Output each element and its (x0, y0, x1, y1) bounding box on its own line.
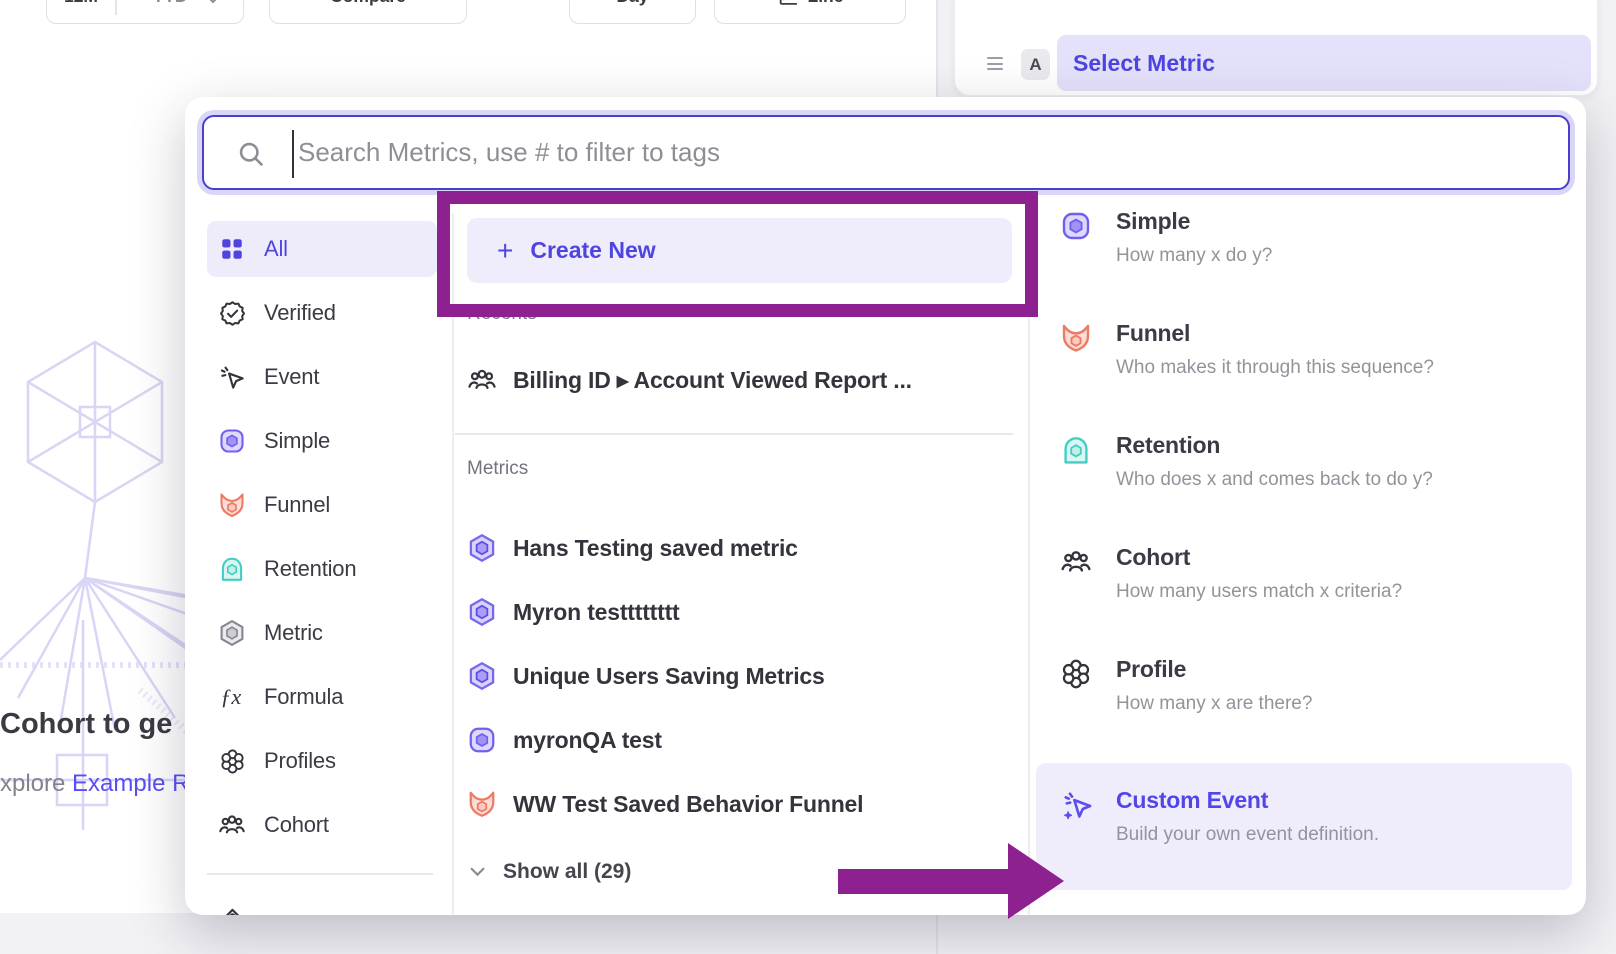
sidebar-item-cohort[interactable]: Cohort (207, 797, 437, 853)
sidebar-item-simple[interactable]: Simple (207, 413, 437, 469)
simple-icon (218, 427, 246, 455)
chevron-down-icon (470, 867, 485, 877)
text-cursor (292, 130, 294, 178)
funnel-icon (218, 491, 246, 519)
cohort-people-icon (218, 811, 246, 839)
sidebar-item-funnel[interactable]: Funnel (207, 477, 437, 533)
search-input[interactable] (204, 117, 1568, 188)
segment-divider (115, 0, 117, 15)
sidebar-item-all[interactable]: All (207, 221, 437, 277)
saved-metric-hexagon-icon (467, 597, 497, 627)
metrics-header: Metrics (467, 458, 528, 480)
recent-item-row[interactable]: Billing ID ▸ Account Viewed Report ... (467, 352, 1012, 408)
profiles-flower-icon (218, 747, 246, 775)
recents-header: Recents (467, 303, 537, 325)
sidebar-item-formula[interactable]: ƒx Formula (207, 669, 437, 725)
show-all-toggle[interactable]: Show all (29) (470, 852, 870, 892)
range-ytd-button[interactable]: YTD (135, 0, 205, 7)
saved-metric-hexagon-icon (467, 661, 497, 691)
cohort-people-icon (1060, 546, 1092, 578)
saved-metric-hexagon-icon (467, 533, 497, 563)
sidebar-item-partial[interactable] (207, 892, 437, 915)
query-builder-row-card: A Select Metric (954, 0, 1598, 96)
chevron-down-icon (207, 0, 219, 4)
line-chart-icon (777, 0, 799, 8)
metric-picker-modal: All Verified Event Simple (185, 97, 1586, 915)
select-metric-chip[interactable]: Select Metric (1057, 35, 1591, 91)
day-label: Day (616, 0, 648, 7)
funnel-icon (1060, 322, 1092, 354)
row-letter-badge: A (1021, 49, 1050, 80)
metric-list-item[interactable]: Hans Testing saved metric (467, 520, 1012, 576)
metric-list-item[interactable]: myronQA test (467, 712, 1012, 768)
sidebar-item-event[interactable]: Event (207, 349, 437, 405)
formula-fx-icon: ƒx (218, 683, 246, 711)
granularity-day-button[interactable]: Day (569, 0, 696, 24)
sidebar-item-metric[interactable]: Metric (207, 605, 437, 661)
drag-handle-icon[interactable] (987, 57, 1003, 74)
retention-icon (218, 555, 246, 583)
tag-icon (218, 906, 246, 915)
svg-text:ƒx: ƒx (220, 684, 241, 709)
example-reports-link[interactable]: Example R (72, 770, 186, 797)
grid-icon (218, 235, 246, 263)
sidebar-separator (207, 873, 433, 875)
explore-text-fragment: xplore (0, 770, 65, 797)
sidebar-column-divider (452, 213, 454, 915)
simple-icon (1060, 210, 1092, 242)
type-row-retention[interactable]: Retention Who does x and comes back to d… (1036, 416, 1572, 528)
chart-type-line-button[interactable]: Line (714, 0, 906, 24)
metric-list-item[interactable]: Unique Users Saving Metrics (467, 648, 1012, 704)
profiles-flower-icon (1060, 658, 1092, 690)
recents-separator (455, 433, 1013, 435)
event-cursor-icon (218, 363, 246, 391)
type-row-custom-event[interactable]: Custom Event Build your own event defini… (1036, 763, 1572, 890)
search-icon (237, 140, 265, 168)
range-12m-button[interactable]: 12M (47, 0, 115, 7)
type-row-simple[interactable]: Simple How many x do y? (1036, 192, 1572, 304)
empty-state-subtext: xplore Example R (0, 770, 186, 802)
create-new-button[interactable]: + Create New (467, 218, 1012, 283)
plus-icon: + (497, 237, 513, 265)
custom-event-icon (1060, 789, 1092, 821)
date-range-segmented-control[interactable]: 12M YTD (46, 0, 244, 24)
empty-state-heading-fragment: Cohort to ge (0, 708, 186, 744)
sidebar-item-profiles[interactable]: Profiles (207, 733, 437, 789)
metric-hexagon-icon (218, 619, 246, 647)
type-row-cohort[interactable]: Cohort How many users match x criteria? (1036, 528, 1572, 640)
sidebar-item-retention[interactable]: Retention (207, 541, 437, 597)
verified-badge-icon (218, 299, 246, 327)
metric-list-item[interactable]: Myron testttttttt (467, 584, 1012, 640)
type-row-funnel[interactable]: Funnel Who makes it through this sequenc… (1036, 304, 1572, 416)
types-column-divider (1028, 213, 1030, 915)
retention-icon (1060, 434, 1092, 466)
funnel-icon (467, 789, 497, 819)
search-field-wrap (202, 115, 1570, 190)
type-row-profile[interactable]: Profile How many x are there? (1036, 640, 1572, 752)
line-label: Line (808, 0, 844, 7)
cohort-people-icon (467, 365, 497, 395)
simple-icon (467, 725, 497, 755)
metric-list-item[interactable]: WW Test Saved Behavior Funnel (467, 776, 1012, 832)
compare-button[interactable]: Compare (269, 0, 467, 24)
empty-state-illustration (0, 330, 190, 835)
compare-label: Compare (330, 0, 406, 7)
sidebar-item-verified[interactable]: Verified (207, 285, 437, 341)
